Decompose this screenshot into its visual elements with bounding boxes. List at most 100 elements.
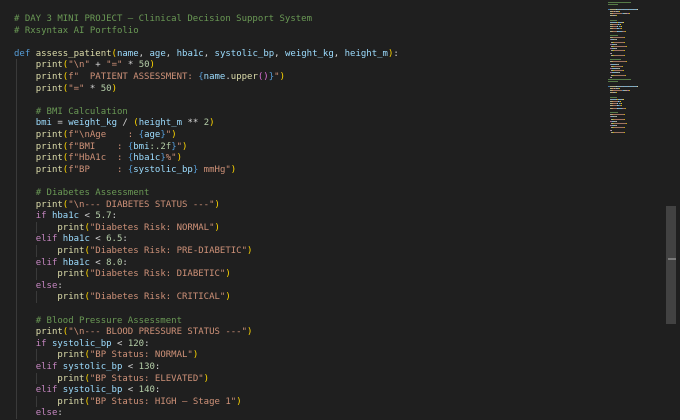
minimap-line bbox=[618, 68, 620, 69]
minimap-line bbox=[625, 74, 627, 76]
code-token: ) bbox=[225, 269, 231, 280]
minimap-line bbox=[611, 129, 613, 131]
code-line: print("BP Status: HIGH – Stage 1") bbox=[14, 396, 241, 408]
code-token: print bbox=[35, 327, 63, 338]
code-token: systolic_bp bbox=[214, 48, 275, 59]
code-token: "\n" bbox=[68, 60, 90, 71]
minimap-line bbox=[613, 46, 627, 47]
code-token: height_m bbox=[344, 48, 388, 59]
code-token: print bbox=[35, 72, 63, 82]
code-token: print bbox=[35, 199, 63, 210]
code-token: # DAY 3 MINI PROJECT – Clinical Decision… bbox=[14, 14, 313, 24]
code-token: print bbox=[35, 83, 63, 94]
minimap-line bbox=[626, 46, 627, 47]
indent-guide bbox=[35, 372, 37, 385]
code-token: systolic_bp bbox=[133, 164, 193, 175]
minimap-line bbox=[608, 2, 632, 3]
minimap-line bbox=[613, 50, 625, 52]
minimap-line bbox=[608, 79, 632, 80]
code-token: ) bbox=[192, 350, 199, 361]
minimap-line bbox=[628, 90, 630, 91]
code-token: () bbox=[257, 72, 269, 82]
minimap-line bbox=[621, 65, 623, 67]
minimap-line bbox=[623, 41, 625, 43]
minimap-line bbox=[609, 96, 617, 98]
code-token: : bbox=[57, 408, 63, 419]
minimap-line bbox=[612, 90, 623, 91]
code-token: , bbox=[165, 48, 177, 59]
code-token: elif bbox=[35, 385, 63, 396]
minimap-line bbox=[624, 131, 626, 133]
minimap-line bbox=[624, 30, 626, 32]
code-line: print("BP Status: ELEVATED") bbox=[14, 373, 209, 385]
code-token: # Rxsyntax AI Portfolio bbox=[14, 25, 139, 36]
code-token: systolic_bp bbox=[62, 362, 123, 372]
code-token: %" bbox=[165, 153, 177, 164]
minimap-line bbox=[608, 81, 618, 83]
code-token: "BP Status: ELEVATED" bbox=[89, 373, 204, 384]
code-token: weight_kg bbox=[285, 48, 334, 59]
code-token: if bbox=[35, 211, 52, 222]
code-token: / bbox=[117, 118, 134, 129]
code-token: "\n--- DIABETES STATUS ---" bbox=[68, 199, 215, 210]
minimap-line bbox=[615, 39, 617, 41]
code-token: # Blood Pressure Assessment bbox=[35, 315, 182, 326]
code-token: hba1c bbox=[62, 257, 90, 268]
minimap-line bbox=[623, 37, 625, 39]
code-token: ) bbox=[230, 164, 237, 175]
indent-guide bbox=[35, 291, 37, 303]
code-token: * bbox=[122, 60, 139, 71]
code-token: elif bbox=[35, 257, 63, 268]
code-token: ) bbox=[225, 292, 231, 303]
code-token: if bbox=[35, 338, 52, 349]
code-token: 8.0 bbox=[106, 257, 123, 268]
minimap-line bbox=[637, 8, 639, 10]
minimap-line bbox=[624, 50, 626, 52]
code-line: print("Diabetes Risk: PRE-DIABETIC") bbox=[14, 245, 252, 257]
code-token: < bbox=[89, 234, 107, 245]
code-token: ) bbox=[214, 199, 220, 210]
code-token: f"\nAge : bbox=[68, 130, 139, 140]
code-token: elif bbox=[35, 234, 63, 245]
code-token: print bbox=[35, 60, 63, 71]
code-area[interactable]: # DAY 3 MINI PROJECT – Clinical Decision… bbox=[14, 0, 604, 420]
code-token: ) bbox=[247, 246, 253, 256]
minimap-line bbox=[620, 101, 621, 102]
code-token: # BMI Calculation bbox=[35, 106, 128, 117]
code-line: # Rxsyntax AI Portfolio bbox=[14, 25, 139, 37]
scrollbar-thumb[interactable] bbox=[666, 206, 676, 324]
minimap-line bbox=[637, 85, 639, 87]
code-editor[interactable]: # DAY 3 MINI PROJECT – Clinical Decision… bbox=[0, 0, 680, 420]
code-token: hba1c bbox=[133, 153, 161, 164]
code-token: "Diabetes Risk: PRE-DIABETIC" bbox=[89, 246, 248, 256]
code-token: * bbox=[84, 83, 101, 94]
minimap-line bbox=[613, 118, 624, 120]
code-token: ) bbox=[111, 83, 117, 94]
minimap-line bbox=[626, 123, 627, 124]
minimap-line bbox=[611, 52, 613, 54]
code-token: print bbox=[35, 141, 63, 152]
code-token: ) bbox=[171, 130, 177, 140]
minimap[interactable] bbox=[608, 0, 664, 140]
code-token: ) bbox=[247, 327, 253, 338]
minimap-line bbox=[615, 15, 617, 17]
minimap-line bbox=[618, 72, 620, 74]
code-token: else bbox=[35, 408, 58, 419]
code-line: elif hba1c < 8.0: bbox=[14, 257, 128, 269]
minimap-line bbox=[621, 26, 622, 28]
minimap-line bbox=[612, 114, 624, 116]
minimap-line bbox=[623, 21, 624, 23]
